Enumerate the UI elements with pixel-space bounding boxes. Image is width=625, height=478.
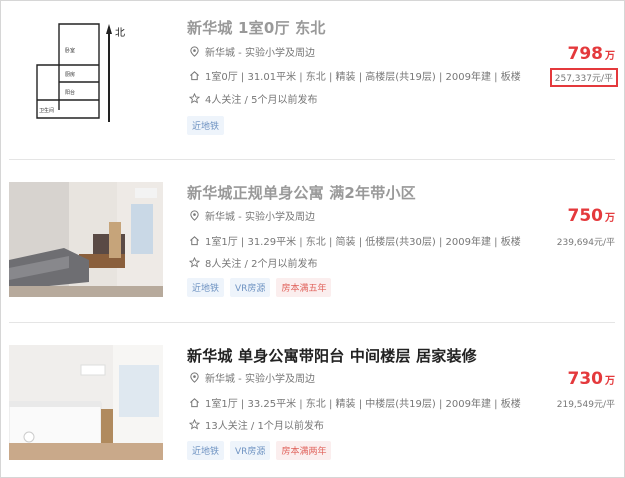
listing-item-3[interactable]: 新华城 单身公寓带阳台 中间楼层 居家装修 新华城 - 实验小学及周边 1室1厅… xyxy=(9,345,615,461)
divider xyxy=(9,322,615,323)
tag-near-subway: 近地铁 xyxy=(187,441,225,460)
tag-list: 近地铁 VR房源 房本满两年 xyxy=(187,441,332,460)
house-icon xyxy=(187,69,201,83)
floorplan-image[interactable]: 北 卧室 厨房 阳台 卫生间 xyxy=(9,10,163,125)
location-link[interactable]: 新华城 - 实验小学及周边 xyxy=(205,208,315,223)
total-price-unit: 万 xyxy=(605,213,615,224)
location-row: 新华城 - 实验小学及周边 xyxy=(187,208,315,223)
follow-row: 4人关注 / 5个月以前发布 xyxy=(187,91,317,106)
location-row: 新华城 - 实验小学及周边 xyxy=(187,44,315,59)
follow-info: 4人关注 / 5个月以前发布 xyxy=(205,95,318,106)
tag-five-years: 房本满五年 xyxy=(276,278,332,297)
total-price: 798 万 xyxy=(568,44,616,64)
room-label-balcony: 阳台 xyxy=(65,89,75,96)
total-price-value: 750 xyxy=(567,206,604,226)
tag-vr: VR房源 xyxy=(230,441,271,460)
floorplan-drawing: 北 卧室 厨房 阳台 卫生间 xyxy=(36,23,125,122)
listing-title[interactable]: 新华城正规单身公寓 满2年带小区 xyxy=(187,182,416,203)
house-icon xyxy=(187,396,201,410)
house-details: 1室0厅 | 31.01平米 | 东北 | 精装 | 高楼层(共19层) | 2… xyxy=(205,72,521,83)
location-link[interactable]: 新华城 - 实验小学及周边 xyxy=(205,44,315,59)
listing-item-1[interactable]: 北 卧室 厨房 阳台 卫生间 新华城 1室0厅 东北 新华城 - 实验小学及周边… xyxy=(9,10,618,150)
location-row: 新华城 - 实验小学及周边 xyxy=(187,370,315,385)
location-icon xyxy=(187,45,201,59)
total-price-unit: 万 xyxy=(605,376,615,387)
tag-list: 近地铁 VR房源 房本满五年 xyxy=(187,278,332,297)
location-icon xyxy=(187,371,201,385)
unit-price: 239,694元/平 xyxy=(556,238,615,248)
details-row: 1室1厅 | 31.29平米 | 东北 | 简装 | 低楼层(共30层) | 2… xyxy=(187,233,521,248)
unit-price: 219,549元/平 xyxy=(556,400,615,410)
total-price: 750 万 xyxy=(568,206,616,226)
house-icon xyxy=(187,234,201,248)
tag-near-subway: 近地铁 xyxy=(187,278,225,297)
house-details: 1室1厅 | 31.29平米 | 东北 | 简装 | 低楼层(共30层) | 2… xyxy=(205,237,521,248)
north-label: 北 xyxy=(115,27,125,39)
room-label-bathroom: 卫生间 xyxy=(39,107,54,114)
location-link[interactable]: 新华城 - 实验小学及周边 xyxy=(205,370,315,385)
total-price-unit: 万 xyxy=(605,51,615,62)
details-row: 1室1厅 | 33.25平米 | 东北 | 精装 | 中楼层(共19层) | 2… xyxy=(187,395,521,410)
star-icon xyxy=(187,256,201,270)
details-row: 1室0厅 | 31.01平米 | 东北 | 精装 | 高楼层(共19层) | 2… xyxy=(187,68,521,83)
listing-title[interactable]: 新华城 1室0厅 东北 xyxy=(187,17,326,38)
follow-info: 8人关注 / 2个月以前发布 xyxy=(205,259,318,270)
total-price-value: 730 xyxy=(567,369,604,389)
unit-price: 257,337元/平 xyxy=(549,68,618,87)
house-details: 1室1厅 | 33.25平米 | 东北 | 精装 | 中楼层(共19层) | 2… xyxy=(205,399,521,410)
tag-two-years: 房本满两年 xyxy=(276,441,332,460)
follow-row: 13人关注 / 1个月以前发布 xyxy=(187,417,324,432)
follow-row: 8人关注 / 2个月以前发布 xyxy=(187,255,317,270)
total-price-value: 798 xyxy=(567,44,604,64)
listing-photo[interactable] xyxy=(9,345,163,460)
listing-title[interactable]: 新华城 单身公寓带阳台 中间楼层 居家装修 xyxy=(187,345,477,366)
follow-info: 13人关注 / 1个月以前发布 xyxy=(205,421,324,432)
star-icon xyxy=(187,418,201,432)
star-icon xyxy=(187,92,201,106)
total-price: 730 万 xyxy=(568,369,616,389)
room-photo xyxy=(9,345,163,460)
tag-list: 近地铁 xyxy=(187,116,225,135)
location-icon xyxy=(187,209,201,223)
listing-photo[interactable] xyxy=(9,182,163,297)
divider xyxy=(9,159,615,160)
listing-item-2[interactable]: 新华城正规单身公寓 满2年带小区 新华城 - 实验小学及周边 1室1厅 | 31… xyxy=(9,182,615,298)
room-label-bedroom: 卧室 xyxy=(65,47,75,54)
tag-vr: VR房源 xyxy=(230,278,271,297)
room-photo xyxy=(9,182,163,297)
tag-near-subway: 近地铁 xyxy=(187,116,225,135)
room-label-kitchen: 厨房 xyxy=(65,71,75,78)
